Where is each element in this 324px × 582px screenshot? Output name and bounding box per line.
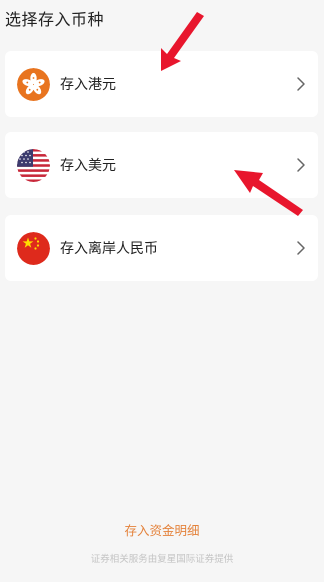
deposit-usd-option[interactable]: 存入美元 [5,132,318,198]
chevron-right-icon [296,76,306,92]
service-provider-note: 证券相关服务由复星国际证券提供 [90,554,234,565]
us-flag-icon [17,149,50,182]
deposit-cnh-label: 存入离岸人民币 [60,241,158,257]
deposit-hkd-option[interactable]: 存入港元 [5,51,318,117]
chevron-right-icon [296,240,306,256]
hong-kong-flag-icon [17,68,50,101]
deposit-usd-label: 存入美元 [60,158,116,174]
chevron-right-icon [296,157,306,173]
china-flag-icon [17,232,50,265]
page-title: 选择存入币种 [5,10,105,29]
deposit-details-link[interactable]: 存入资金明细 [0,520,324,539]
deposit-cnh-option[interactable]: 存入离岸人民币 [5,215,318,281]
deposit-hkd-label: 存入港元 [60,77,116,93]
